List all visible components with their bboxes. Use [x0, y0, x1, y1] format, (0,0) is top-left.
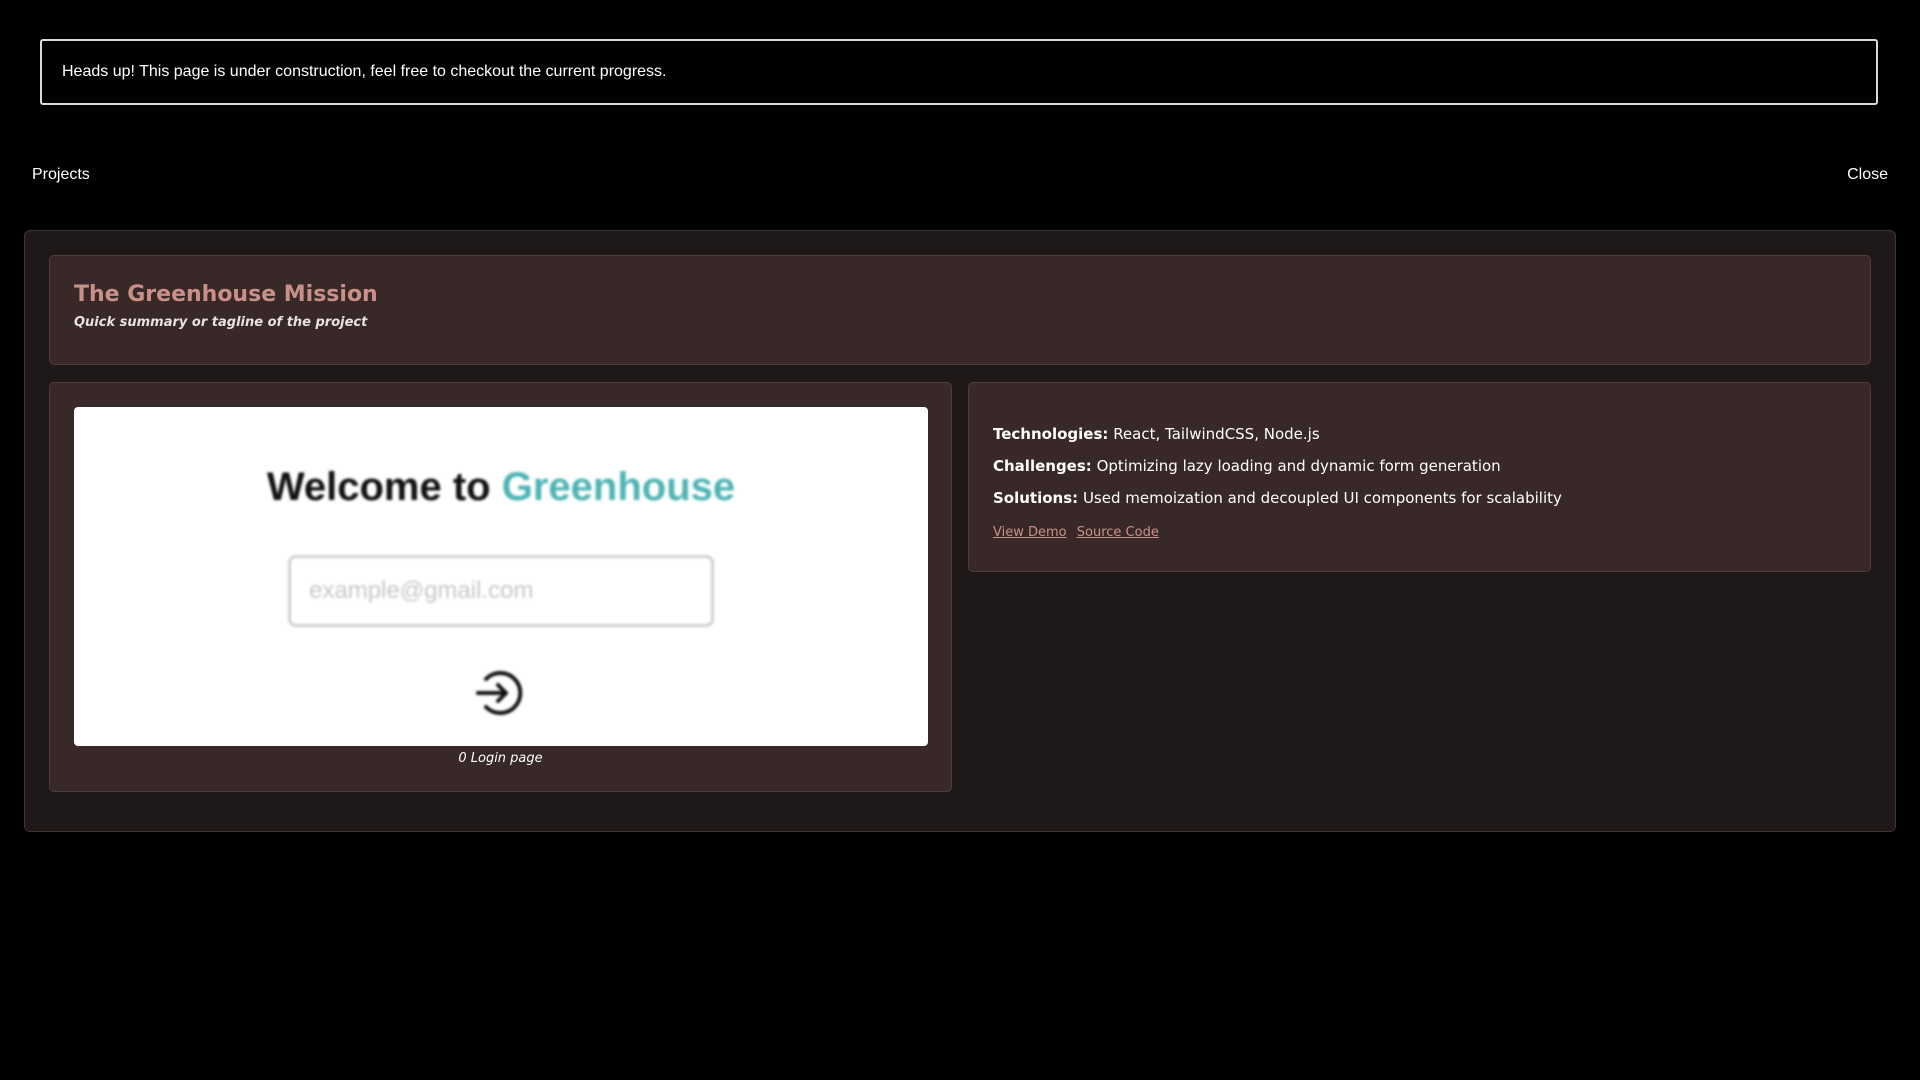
technologies-value: React, TailwindCSS, Node.js [1113, 425, 1320, 443]
source-code-link[interactable]: Source Code [1077, 525, 1159, 540]
construction-banner: Heads up! This page is under constructio… [40, 39, 1878, 105]
technologies-label: Technologies: [993, 425, 1109, 443]
preview-heading-accent: Greenhouse [501, 465, 736, 509]
top-bar: Projects Close [32, 166, 1888, 184]
project-header: The Greenhouse Mission Quick summary or … [49, 255, 1871, 365]
solutions-label: Solutions: [993, 489, 1079, 507]
projects-title: Projects [32, 166, 90, 183]
preview-heading: Welcome to Greenhouse [74, 465, 928, 510]
page: Heads up! This page is under constructio… [0, 0, 1920, 1080]
screenshot-caption: 0 Login page [458, 751, 543, 766]
banner-text: Heads up! This page is under constructio… [62, 63, 667, 80]
preview-email-placeholder: example@gmail.com [309, 577, 534, 604]
view-demo-link[interactable]: View Demo [993, 525, 1067, 540]
solutions-value: Used memoization and decoupled UI compon… [1082, 489, 1562, 507]
project-panel: The Greenhouse Mission Quick summary or … [24, 230, 1896, 832]
login-arrow-icon [476, 671, 523, 715]
project-tagline: Quick summary or tagline of the project [74, 315, 368, 330]
challenges-value: Optimizing lazy loading and dynamic form… [1096, 457, 1501, 475]
preview-email-field: example@gmail.com [288, 555, 714, 627]
project-details: Technologies: React, TailwindCSS, Node.j… [968, 382, 1871, 572]
close-button[interactable]: Close [1847, 166, 1888, 184]
project-title: The Greenhouse Mission [74, 282, 378, 307]
project-screenshot[interactable]: Welcome to Greenhouse example@gmail.com [74, 407, 928, 746]
solutions-row: Solutions: Used memoization and decouple… [993, 489, 1846, 507]
screenshot-gallery: Welcome to Greenhouse example@gmail.com … [49, 382, 952, 792]
preview-heading-prefix: Welcome to [266, 465, 491, 509]
project-links: View Demo Source Code [993, 525, 1846, 540]
challenges-label: Challenges: [993, 457, 1092, 475]
technologies-row: Technologies: React, TailwindCSS, Node.j… [993, 425, 1846, 443]
challenges-row: Challenges: Optimizing lazy loading and … [993, 457, 1846, 475]
